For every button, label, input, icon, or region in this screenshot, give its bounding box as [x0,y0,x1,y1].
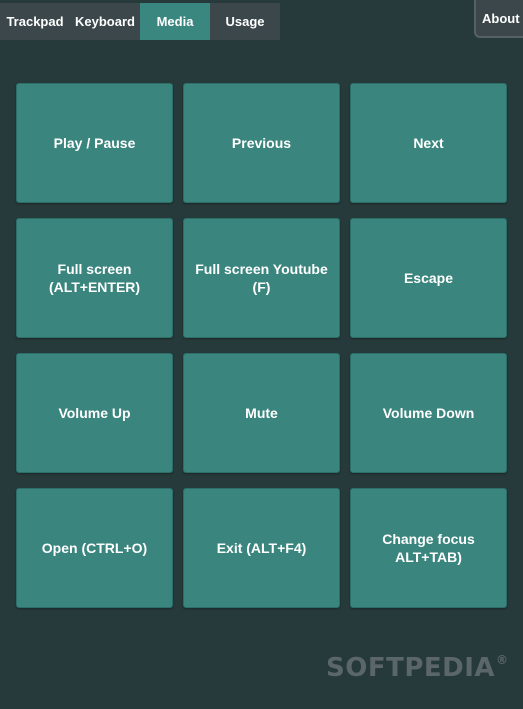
escape-button[interactable]: Escape [350,218,507,338]
about-button[interactable]: About [474,0,523,38]
registered-mark: ® [496,653,509,667]
media-key-grid: Play / Pause Previous Next Full screen (… [16,83,508,608]
mute-button[interactable]: Mute [183,353,340,473]
tab-trackpad[interactable]: Trackpad [0,3,70,40]
volume-up-button[interactable]: Volume Up [16,353,173,473]
exit-button[interactable]: Exit (ALT+F4) [183,488,340,608]
watermark-text: SOFTPEDIA [326,653,496,683]
next-button[interactable]: Next [350,83,507,203]
tab-bar: Trackpad Keyboard Media Usage [0,3,280,40]
change-focus-button[interactable]: Change focus ALT+TAB) [350,488,507,608]
full-screen-button[interactable]: Full screen (ALT+ENTER) [16,218,173,338]
full-screen-youtube-button[interactable]: Full screen Youtube (F) [183,218,340,338]
volume-down-button[interactable]: Volume Down [350,353,507,473]
tab-keyboard[interactable]: Keyboard [70,3,140,40]
previous-button[interactable]: Previous [183,83,340,203]
open-button[interactable]: Open (CTRL+O) [16,488,173,608]
tab-media[interactable]: Media [140,3,210,40]
softpedia-watermark: SOFTPEDIA® [326,653,509,683]
play-pause-button[interactable]: Play / Pause [16,83,173,203]
tab-usage[interactable]: Usage [210,3,280,40]
